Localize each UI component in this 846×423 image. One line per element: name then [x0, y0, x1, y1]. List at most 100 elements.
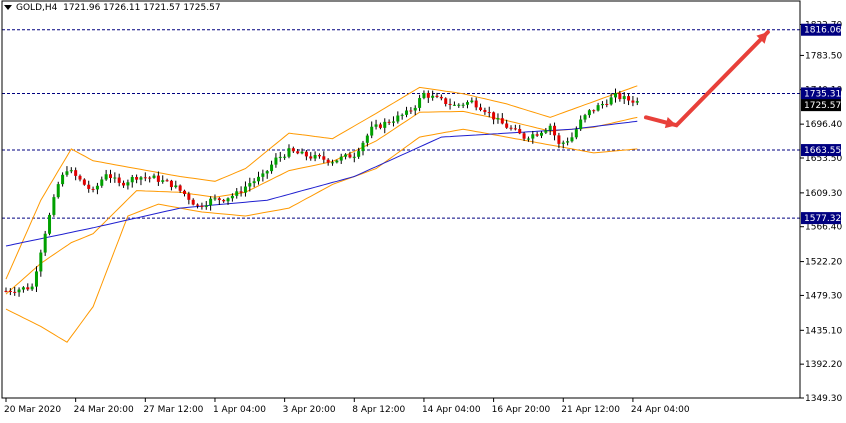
x-tick-label: 8 Apr 12:00 — [352, 405, 405, 415]
bull-candle — [391, 121, 395, 123]
bear-candle — [74, 170, 78, 176]
price-chart[interactable]: 1822.701783.501740.101696.401653.501609.… — [0, 0, 846, 419]
bull-candle — [235, 191, 239, 196]
x-tick-label: 21 Apr 12:00 — [561, 405, 620, 415]
bull-candle — [496, 118, 500, 120]
bull-candle — [287, 148, 291, 157]
bull-candle — [261, 173, 265, 177]
bull-candle — [539, 132, 543, 136]
plot-border — [1, 0, 801, 399]
bear-candle — [8, 290, 12, 292]
bear-candle — [500, 118, 504, 124]
bull-candle — [100, 179, 104, 186]
bear-candle — [87, 184, 91, 189]
bull-candle — [252, 181, 256, 184]
bear-candle — [13, 291, 17, 293]
dropdown-triangle-icon[interactable] — [4, 5, 12, 10]
bull-candle — [531, 134, 535, 139]
bear-candle — [117, 177, 121, 183]
bear-candle — [187, 193, 191, 200]
bear-candle — [448, 103, 452, 105]
bear-candle — [378, 124, 382, 128]
bear-candle — [479, 107, 483, 110]
x-tick-label: 16 Apr 20:00 — [492, 405, 551, 415]
bear-candle — [326, 159, 330, 163]
ohlc-readout: 1721.96 1726.11 1721.57 1725.57 — [63, 3, 221, 13]
bear-candle — [143, 177, 147, 179]
bear-candle — [618, 93, 622, 100]
bear-candle — [492, 112, 496, 120]
bull-candle — [174, 185, 178, 188]
bear-candle — [557, 135, 561, 144]
bull-candle — [570, 137, 574, 142]
bear-candle — [222, 200, 226, 202]
time-axis: 20 Mar 2020 24 Mar 20:00 27 Mar 12:00 1 Apr… — [4, 398, 690, 415]
bull-candle — [34, 271, 38, 287]
x-tick-label: 24 Mar 20:00 — [74, 405, 134, 415]
y-tick-label: 1566.40 — [805, 223, 842, 233]
bull-candle — [457, 104, 461, 106]
level-tag-label: 1735.31 — [804, 89, 841, 99]
chart-canvas[interactable]: 1822.701783.501740.101696.401653.501609.… — [0, 0, 846, 419]
x-tick-label: 1 Apr 04:00 — [213, 405, 266, 415]
bear-candle — [317, 155, 321, 157]
chart-frame — [1, 0, 801, 399]
bull-candle — [43, 233, 47, 253]
bear-candle — [553, 125, 557, 136]
price-axis: 1822.701783.501740.101696.401653.501609.… — [800, 20, 842, 404]
bear-candle — [444, 98, 448, 104]
symbol-label: GOLD,H4 — [16, 3, 58, 13]
bull-candle — [470, 100, 474, 103]
level-tag-label: 1663.55 — [804, 146, 841, 156]
bull-candle — [548, 125, 552, 131]
candles — [4, 88, 639, 297]
bull-candle — [52, 197, 56, 215]
bull-candle — [39, 252, 43, 272]
bull-candle — [583, 115, 587, 120]
bull-candle — [579, 119, 583, 130]
bull-candle — [413, 107, 417, 111]
bull-candle — [113, 177, 117, 179]
bull-candle — [357, 151, 361, 157]
bull-candle — [635, 101, 639, 103]
bollinger-bands — [5, 85, 638, 343]
bear-candle — [78, 175, 82, 180]
bear-candle — [91, 188, 95, 190]
bull-candle — [331, 162, 335, 164]
bear-candle — [474, 100, 478, 108]
bull-candle — [226, 198, 230, 202]
bull-candle — [561, 142, 565, 144]
bull-candle — [339, 156, 343, 161]
bull-candle — [600, 103, 604, 106]
bear-candle — [627, 96, 631, 101]
bull-candle — [270, 164, 274, 172]
bear-candle — [196, 204, 200, 206]
bull-candle — [361, 142, 365, 152]
bull-candle — [418, 98, 422, 108]
x-tick-label: 24 Apr 04:00 — [631, 405, 690, 415]
bull-candle — [365, 135, 369, 143]
bull-candle — [48, 214, 52, 234]
bull-candle — [335, 160, 339, 163]
current-price-label: 1725.57 — [804, 101, 841, 111]
bull-candle — [213, 198, 217, 200]
bear-candle — [169, 180, 173, 188]
y-tick-label: 1522.20 — [805, 258, 842, 268]
bear-candle — [513, 128, 517, 130]
bear-candle — [518, 128, 522, 134]
bull-candle — [526, 138, 530, 140]
bull-candle — [130, 177, 134, 183]
bull-candle — [278, 156, 282, 158]
y-tick-label: 1435.10 — [805, 326, 842, 336]
x-tick-label: 27 Mar 12:00 — [143, 405, 203, 415]
chart-header: GOLD,H4 1721.96 1726.11 1721.57 1725.57 — [4, 3, 221, 13]
bull-candle — [300, 151, 304, 154]
bull-candle — [465, 102, 469, 105]
bear-candle — [483, 109, 487, 113]
bull-candle — [274, 157, 278, 165]
bear-candle — [348, 154, 352, 158]
bull-candle — [431, 95, 435, 98]
bull-candle — [374, 124, 378, 127]
bull-candle — [544, 130, 548, 133]
bear-candle — [296, 151, 300, 154]
